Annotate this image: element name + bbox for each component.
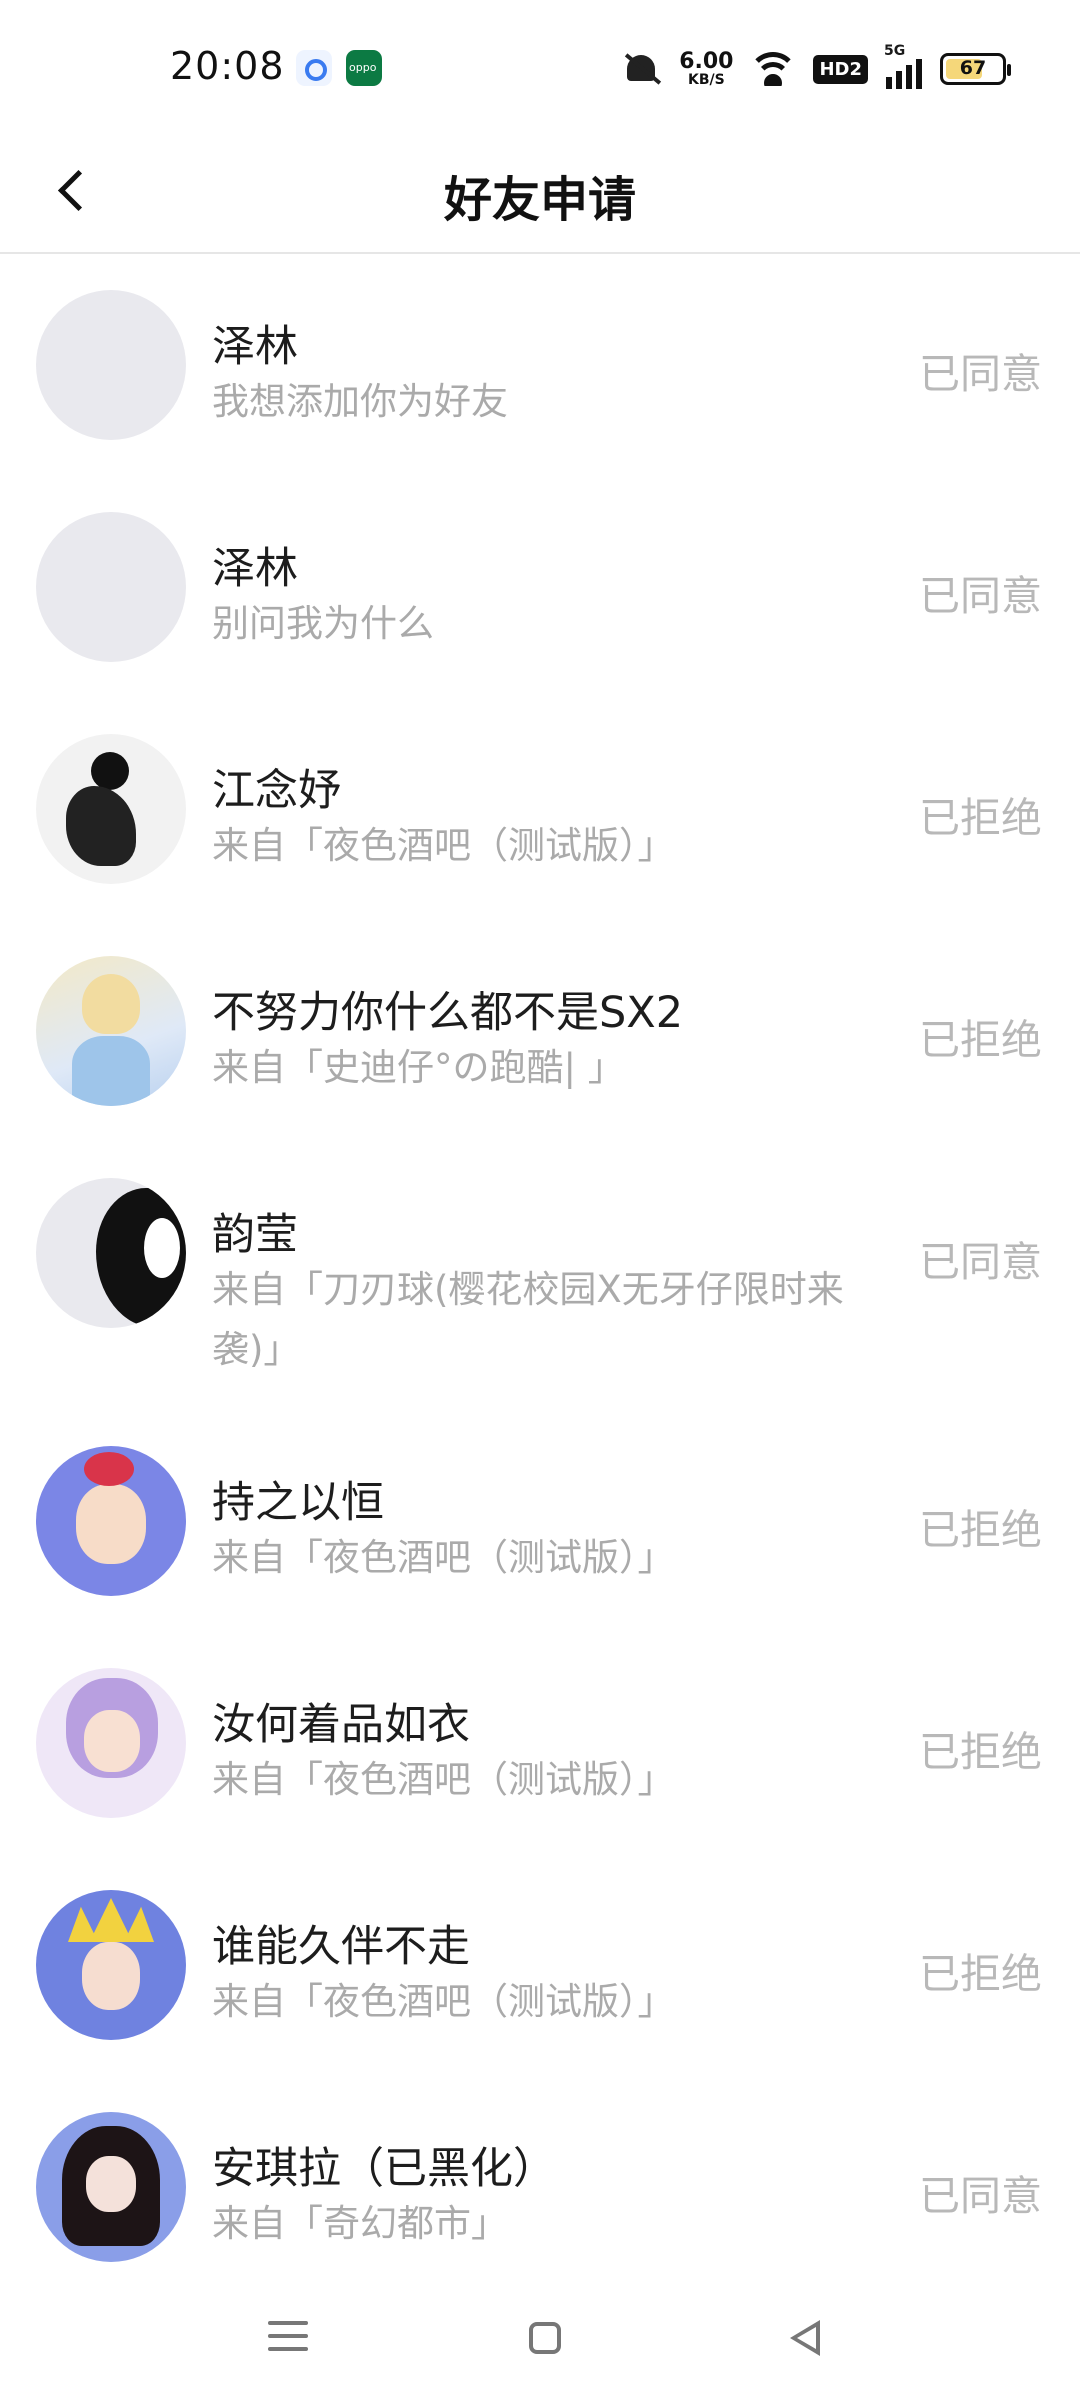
request-message: 来自「奇幻都市」 (212, 2202, 508, 2245)
requester-name: 不努力你什么都不是SX2 (212, 988, 684, 1038)
notification-app-icon (296, 50, 332, 86)
status-indicators: 6.00 KB/S HD2 5G 67 (621, 43, 1011, 94)
avatar[interactable] (36, 956, 186, 1106)
request-status: 已同意 (919, 1238, 1042, 1286)
network-type-label: 5G (884, 43, 906, 59)
avatar[interactable] (36, 2112, 186, 2262)
request-message: 来自「夜色酒吧（测试版）」 (212, 1980, 675, 2023)
friend-request-item[interactable]: 江念妤 来自「夜色酒吧（测试版）」 已拒绝 (0, 698, 1080, 920)
friend-request-item[interactable]: 韵莹 来自「刀刃球(樱花校园X无牙仔限时来袭)」 已同意 (0, 1142, 1080, 1410)
request-status: 已拒绝 (919, 1950, 1042, 1998)
requester-name: 持之以恒 (212, 1478, 384, 1528)
requester-name: 泽林 (212, 322, 298, 372)
friend-request-item[interactable]: 谁能久伴不走 来自「夜色酒吧（测试版）」 已拒绝 (0, 1854, 1080, 2076)
app-header: 好友申请 (0, 130, 1080, 254)
hd-badge: HD2 (813, 54, 868, 84)
friend-request-item[interactable]: 不努力你什么都不是SX2 来自「史迪仔°の跑酷| 」 已拒绝 (0, 920, 1080, 1142)
friend-request-item[interactable]: 持之以恒 来自「夜色酒吧（测试版）」 已拒绝 (0, 1410, 1080, 1632)
request-message: 别问我为什么 (212, 602, 434, 645)
system-navigation-bar (0, 2280, 1080, 2400)
avatar[interactable] (36, 1668, 186, 1818)
avatar[interactable] (36, 512, 186, 662)
cellular-signal-icon: 5G (884, 43, 922, 89)
avatar[interactable] (36, 1890, 186, 2040)
requester-name: 江念妤 (212, 766, 341, 816)
request-status: 已同意 (919, 350, 1042, 398)
requester-name: 安琪拉（已黑化） (212, 2144, 556, 2194)
network-speed: 6.00 KB/S (679, 49, 734, 88)
request-message: 来自「史迪仔°の跑酷| 」 (212, 1046, 625, 1089)
page-title: 好友申请 (443, 172, 636, 228)
status-bar: 20:08 6.00 KB/S HD2 5G 67 (0, 0, 1080, 130)
avatar[interactable] (36, 1446, 186, 1596)
network-speed-unit: KB/S (687, 72, 725, 88)
requester-name: 韵莹 (212, 1210, 298, 1260)
triangle-back-icon[interactable] (776, 2312, 836, 2368)
menu-icon[interactable] (258, 2312, 318, 2368)
request-message: 来自「刀刃球(樱花校园X无牙仔限时来袭)」 (212, 1268, 844, 1371)
request-message: 来自「夜色酒吧（测试版）」 (212, 824, 675, 867)
friend-request-item[interactable]: 泽林 别问我为什么 已同意 (0, 476, 1080, 698)
request-status: 已拒绝 (919, 1728, 1042, 1776)
request-status: 已拒绝 (919, 1506, 1042, 1554)
requester-name: 汝何着品如衣 (212, 1700, 470, 1750)
avatar[interactable] (36, 1178, 186, 1328)
status-time: 20:08 (170, 44, 285, 88)
network-speed-value: 6.00 (679, 49, 734, 74)
request-message: 来自「夜色酒吧（测试版）」 (212, 1536, 675, 1579)
request-message: 我想添加你为好友 (212, 380, 508, 423)
avatar[interactable] (36, 290, 186, 440)
avatar[interactable] (36, 734, 186, 884)
battery-level: 67 (959, 57, 987, 79)
requester-name: 泽林 (212, 544, 298, 594)
battery-icon: 67 (940, 53, 1011, 85)
friend-request-item[interactable]: 泽林 我想添加你为好友 已同意 (0, 254, 1080, 476)
requester-name: 谁能久伴不走 (212, 1922, 470, 1972)
request-status: 已拒绝 (919, 794, 1042, 842)
friend-request-item[interactable]: 安琪拉（已黑化） 来自「奇幻都市」 已同意 (0, 2076, 1080, 2298)
friend-request-item[interactable]: 汝何着品如衣 来自「夜色酒吧（测试版）」 已拒绝 (0, 1632, 1080, 1854)
home-square-icon[interactable] (517, 2312, 577, 2368)
mute-bell-icon (621, 49, 661, 89)
request-status: 已拒绝 (919, 1016, 1042, 1064)
wifi-icon (751, 52, 796, 86)
request-message: 来自「夜色酒吧（测试版）」 (212, 1758, 675, 1801)
request-status: 已同意 (919, 2172, 1042, 2220)
request-status: 已同意 (919, 572, 1042, 620)
oppo-app-icon (346, 50, 382, 86)
friend-request-list: 泽林 我想添加你为好友 已同意 泽林 别问我为什么 已同意 江念妤 来自「夜色酒… (0, 254, 1080, 2298)
